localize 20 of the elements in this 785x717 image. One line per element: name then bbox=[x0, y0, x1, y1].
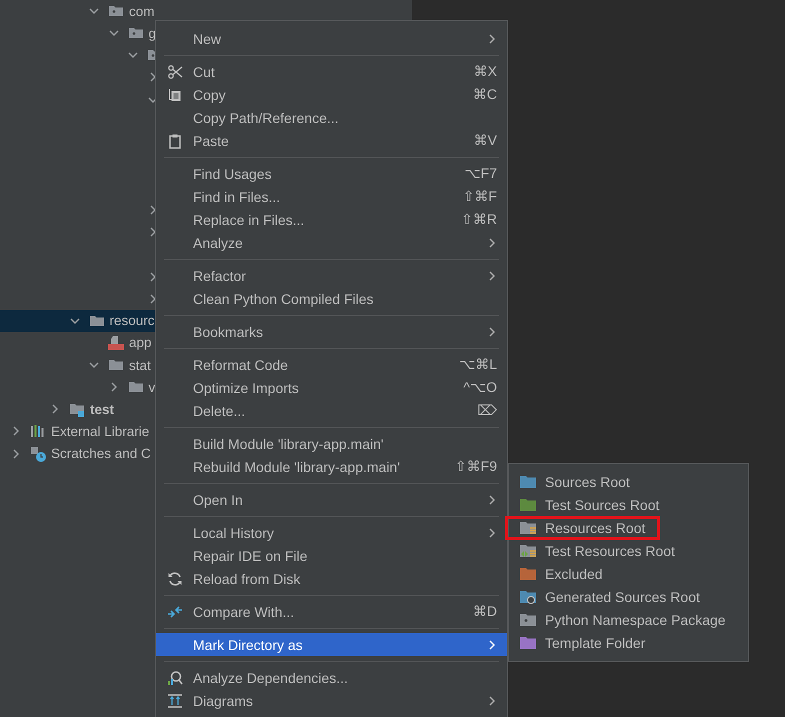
tree-label: app bbox=[129, 335, 152, 350]
shortcut-label: ⌘X bbox=[474, 63, 497, 80]
tree-label: stat bbox=[129, 358, 151, 373]
shortcut-label: ⇧⌘R bbox=[461, 211, 497, 228]
tree-label: com bbox=[129, 4, 155, 19]
shortcut-label: ⌘D bbox=[472, 603, 497, 620]
shortcut-label: ⇧⌘F9 bbox=[454, 458, 497, 475]
tree-label: External Librarie bbox=[51, 424, 150, 439]
shortcut-label: ⌘C bbox=[472, 86, 497, 103]
shortcut-label: ⌥F7 bbox=[464, 165, 497, 182]
shortcut-label: ^⌥O bbox=[463, 379, 497, 396]
shortcut-label: ⌥⌘L bbox=[459, 356, 497, 373]
shortcut-label: ⌘V bbox=[474, 132, 497, 149]
tree-label: g bbox=[148, 26, 156, 41]
shortcut-label: ⌦ bbox=[477, 402, 497, 419]
shortcut-label: ⇧⌘F bbox=[462, 188, 497, 205]
tree-label: resourc bbox=[110, 313, 155, 328]
tree-label: Scratches and C bbox=[51, 446, 151, 462]
tree-label: v bbox=[148, 380, 156, 395]
tree-label: test bbox=[90, 402, 114, 417]
